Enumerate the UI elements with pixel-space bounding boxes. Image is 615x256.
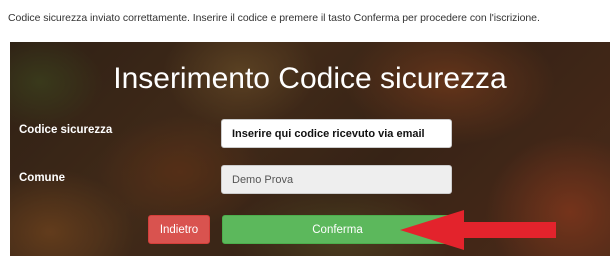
- security-code-label: Codice sicurezza: [19, 124, 113, 136]
- comune-field: [221, 165, 452, 194]
- comune-label: Comune: [19, 172, 65, 184]
- security-code-panel: Inserimento Codice sicurezza Codice sicu…: [10, 42, 610, 256]
- notice-text: Codice sicurezza inviato correttamente. …: [8, 12, 540, 24]
- security-code-input[interactable]: [221, 119, 452, 148]
- back-button[interactable]: Indietro: [148, 215, 210, 244]
- red-arrow-icon: [400, 210, 556, 250]
- page-title: Inserimento Codice sicurezza: [113, 62, 507, 95]
